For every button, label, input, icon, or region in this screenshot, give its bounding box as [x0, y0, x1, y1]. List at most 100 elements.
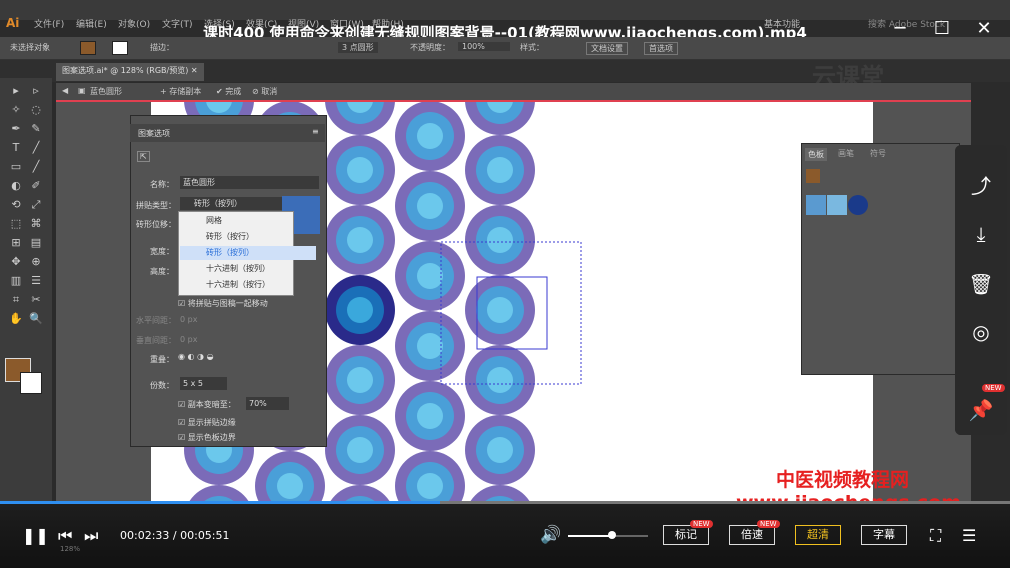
done-button[interactable]: ✔ 完成 [216, 86, 241, 97]
minimize-icon[interactable]: ─ [880, 18, 920, 39]
share-icon[interactable]: ⤴ [955, 170, 1007, 199]
tool-icon-17[interactable]: ▤ [28, 236, 44, 250]
tool-icon-25[interactable]: 🔍 [28, 312, 44, 326]
close-tab-icon[interactable]: ✕ [191, 66, 198, 75]
copies-select[interactable]: 5 x 5 [180, 377, 227, 390]
doc-setup-button[interactable]: 文档设置 [586, 42, 628, 55]
pattern-circle[interactable] [465, 135, 535, 205]
settings-icon[interactable]: ◎ [955, 320, 1007, 344]
pattern-circle[interactable] [325, 135, 395, 205]
tool-icon-19[interactable]: ⊕ [28, 255, 44, 269]
pattern-circle[interactable] [395, 171, 465, 241]
mark-button[interactable]: 标记 [663, 525, 709, 545]
tool-icon-11[interactable]: ✐ [28, 179, 44, 193]
tool-icon-15[interactable]: ⌘ [28, 217, 44, 231]
pattern-circle[interactable] [325, 345, 395, 415]
panel-menu-icon[interactable]: ≡ [312, 127, 319, 136]
tile-tool-icon[interactable]: ⇱ [137, 151, 150, 162]
tile-option-1[interactable]: 砖形（按行） [180, 230, 316, 244]
pattern-circle[interactable] [395, 311, 465, 381]
selected-circle[interactable] [325, 275, 395, 345]
pattern-circle[interactable] [325, 415, 395, 485]
tool-icon-7[interactable]: ╱ [28, 141, 44, 155]
tool-icon-23[interactable]: ✂ [28, 293, 44, 307]
speed-button[interactable]: 倍速 [729, 525, 775, 545]
stroke-swatch[interactable] [112, 41, 128, 55]
quality-button[interactable]: 超清 [795, 525, 841, 545]
pattern-circle[interactable] [465, 345, 535, 415]
cancel-button[interactable]: ⊘ 取消 [252, 86, 277, 97]
overlap-buttons[interactable]: ◉ ◐ ◑ ◒ [178, 352, 248, 365]
tool-icon-18[interactable]: ✥ [8, 255, 24, 269]
tool-icon-22[interactable]: ⌗ [8, 293, 24, 307]
swatch-pattern-3[interactable] [848, 195, 868, 215]
save-copy-button[interactable]: + 存储副本 [160, 86, 201, 97]
dim-copies-checkbox[interactable]: ☑ 副本变暗至： [178, 399, 236, 410]
tool-icon-12[interactable]: ⟲ [8, 198, 24, 212]
brush-select[interactable]: 3 点圆形 [338, 42, 378, 53]
tile-type-select[interactable]: 砖形（按列） [180, 197, 288, 210]
delete-icon[interactable]: 🗑 [955, 272, 1007, 296]
tool-icon-16[interactable]: ⊞ [8, 236, 24, 250]
tool-icon-9[interactable]: ╱ [28, 160, 44, 174]
pattern-circle[interactable] [395, 241, 465, 311]
tile-option-4[interactable]: 十六进制（按行） [180, 278, 316, 292]
volume-icon[interactable]: 🔊 [540, 525, 561, 545]
pattern-circle[interactable] [325, 102, 395, 135]
tile-option-2[interactable]: 砖形（按列） [180, 246, 316, 260]
next-icon[interactable]: ⏭ [84, 526, 98, 546]
tool-icon-2[interactable]: ✧ [8, 103, 24, 117]
prev-icon[interactable]: ⏮ [58, 526, 72, 546]
tool-icon-21[interactable]: ☰ [28, 274, 44, 288]
tool-icon-4[interactable]: ✒ [8, 122, 24, 136]
h-spacing-input[interactable]: 0 px [180, 315, 197, 324]
name-input[interactable]: 蓝色圆形 [180, 176, 319, 189]
dim-value-select[interactable]: 70% [246, 397, 289, 410]
fullscreen-icon[interactable]: ⛶ [930, 526, 941, 546]
pattern-circle[interactable] [465, 415, 535, 485]
pattern-circle[interactable] [395, 102, 465, 171]
back-arrow-icon[interactable]: ◀ [62, 86, 68, 95]
tool-icon-20[interactable]: ▥ [8, 274, 24, 288]
tool-icon-1[interactable]: ▹ [28, 84, 44, 98]
tab-swatches[interactable]: 色板 [805, 148, 827, 161]
pin-icon[interactable]: 📌 [955, 398, 1007, 422]
tile-option-3[interactable]: 十六进制（按列） [180, 262, 316, 276]
stroke-color[interactable] [20, 372, 42, 394]
maximize-icon[interactable]: ☐ [922, 18, 962, 39]
move-tile-checkbox[interactable]: ☑ 将拼贴与图稿一起移动 [178, 298, 268, 309]
tool-icon-0[interactable]: ▸ [8, 84, 24, 98]
tool-icon-24[interactable]: ✋ [8, 312, 24, 326]
tool-icon-5[interactable]: ✎ [28, 122, 44, 136]
close-icon[interactable]: ✕ [964, 18, 1004, 39]
tool-icon-3[interactable]: ◌ [28, 103, 44, 117]
pattern-circle[interactable] [325, 205, 395, 275]
fill-swatch[interactable] [80, 41, 96, 55]
tool-icon-14[interactable]: ⬚ [8, 217, 24, 231]
pattern-circle[interactable] [465, 205, 535, 275]
swatch-pattern-2[interactable] [827, 195, 847, 215]
tab-brushes[interactable]: 画笔 [838, 148, 854, 159]
pattern-circle[interactable] [395, 381, 465, 451]
tool-icon-13[interactable]: ⤢ [28, 198, 44, 212]
opacity-input[interactable]: 100% [458, 42, 510, 51]
download-icon[interactable]: ⤓ [955, 222, 1007, 246]
show-tile-edge-checkbox[interactable]: ☑ 显示拼贴边缘 [178, 417, 236, 428]
preferences-button[interactable]: 首选项 [644, 42, 678, 55]
swatch-pattern-1[interactable] [806, 195, 826, 215]
show-swatch-bounds-checkbox[interactable]: ☑ 显示色板边界 [178, 432, 236, 443]
tool-icon-10[interactable]: ◐ [8, 179, 24, 193]
v-spacing-input[interactable]: 0 px [180, 335, 197, 344]
tool-icon-6[interactable]: T [8, 141, 24, 155]
document-tab[interactable]: 图案选项.ai* @ 128% (RGB/预览) ✕ [56, 63, 204, 81]
fill-stroke-proxy[interactable] [806, 169, 820, 183]
pattern-circle[interactable] [465, 102, 535, 135]
playlist-icon[interactable]: ☰ [962, 526, 976, 545]
pattern-circle[interactable] [465, 275, 535, 345]
volume-knob[interactable] [608, 531, 616, 539]
subtitle-button[interactable]: 字幕 [861, 525, 907, 545]
pause-icon[interactable]: ❚❚ [22, 526, 49, 545]
tab-symbols[interactable]: 符号 [870, 148, 886, 159]
tile-option-0[interactable]: 网格 [180, 214, 316, 228]
tool-icon-8[interactable]: ▭ [8, 160, 24, 174]
